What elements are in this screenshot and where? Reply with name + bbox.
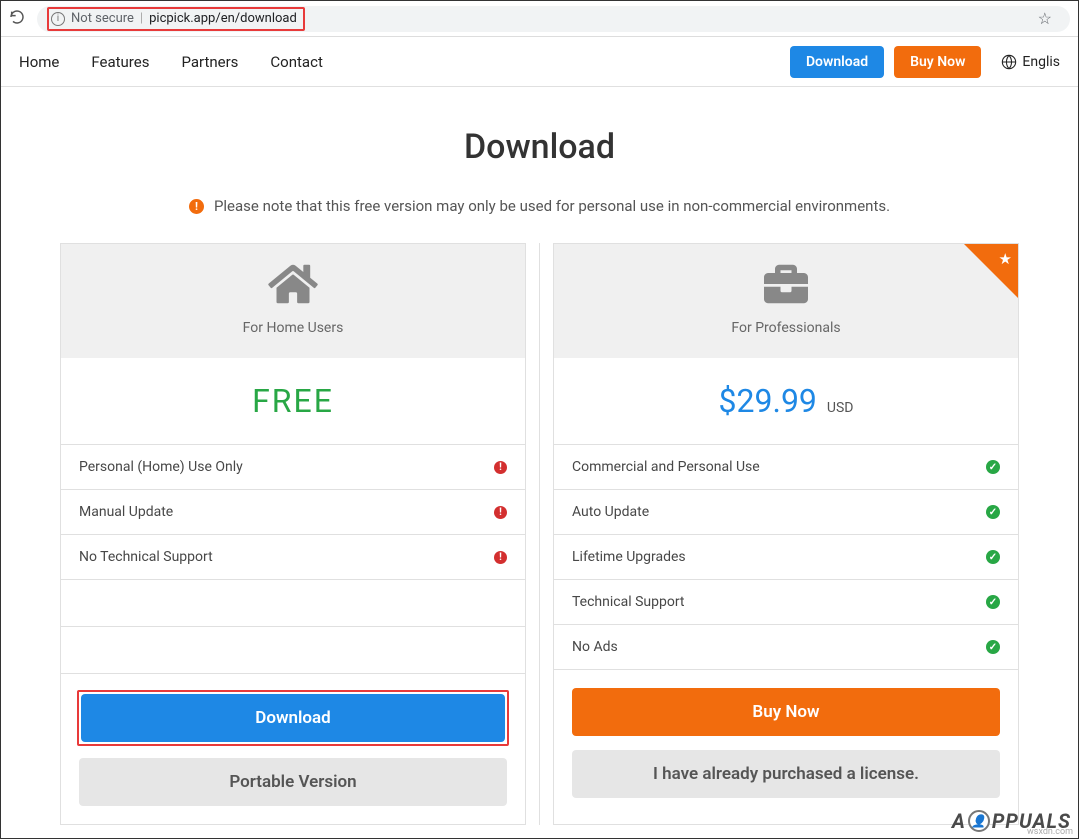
star-icon: ★ bbox=[999, 250, 1012, 268]
page-title: Download bbox=[1, 127, 1078, 167]
plan-free: For Home Users FREE Personal (Home) Use … bbox=[60, 243, 526, 825]
feature-row: Personal (Home) Use Only! bbox=[61, 444, 525, 489]
feature-row-empty bbox=[61, 626, 525, 673]
download-button[interactable]: Download bbox=[81, 694, 505, 742]
check-icon: ✓ bbox=[986, 550, 1000, 564]
separator: | bbox=[140, 11, 143, 26]
plan-pro-actions: Buy Now I have already purchased a licen… bbox=[554, 669, 1018, 816]
plan-free-actions: Download Portable Version bbox=[61, 673, 525, 824]
feature-row: No Technical Support! bbox=[61, 534, 525, 579]
feature-text: Technical Support bbox=[572, 594, 685, 610]
check-icon: ✓ bbox=[986, 460, 1000, 474]
feature-text: Auto Update bbox=[572, 504, 649, 520]
price-pro-text: $29.99 bbox=[719, 382, 817, 420]
feature-row: Lifetime Upgrades ✓ bbox=[554, 534, 1018, 579]
browser-address-bar: i Not secure | picpick.app/en/download ☆ bbox=[1, 1, 1078, 37]
nav-partners[interactable]: Partners bbox=[181, 53, 238, 71]
bookmark-star-icon[interactable]: ☆ bbox=[1038, 9, 1052, 28]
notice-bar: ! Please note that this free version may… bbox=[1, 197, 1078, 215]
url-highlight: i Not secure | picpick.app/en/download bbox=[47, 7, 305, 31]
pricing-plans: For Home Users FREE Personal (Home) Use … bbox=[1, 243, 1078, 825]
nav-features[interactable]: Features bbox=[91, 53, 149, 71]
feature-text: No Technical Support bbox=[79, 549, 213, 565]
check-icon: ✓ bbox=[986, 595, 1000, 609]
plan-pro-price: $29.99 USD bbox=[554, 358, 1018, 444]
feature-row: Manual Update! bbox=[61, 489, 525, 534]
price-currency: USD bbox=[827, 400, 854, 416]
home-icon bbox=[267, 262, 319, 306]
warning-icon: ! bbox=[189, 199, 204, 214]
nav-buy-button[interactable]: Buy Now bbox=[894, 46, 981, 78]
nav-home[interactable]: Home bbox=[19, 53, 59, 71]
check-icon: ✓ bbox=[986, 505, 1000, 519]
feature-text: Personal (Home) Use Only bbox=[79, 459, 243, 475]
feature-row: Technical Support ✓ bbox=[554, 579, 1018, 624]
language-selector[interactable]: Englis bbox=[1001, 54, 1060, 70]
feature-text: Manual Update bbox=[79, 504, 173, 520]
portable-button[interactable]: Portable Version bbox=[79, 758, 507, 806]
plan-pro-header: For Professionals bbox=[554, 244, 1018, 358]
globe-icon bbox=[1001, 54, 1017, 70]
feature-text: No Ads bbox=[572, 639, 618, 655]
info-icon[interactable]: i bbox=[51, 12, 65, 26]
plan-pro-label: For Professionals bbox=[554, 320, 1018, 336]
watermark-logo-icon: 👤 bbox=[968, 810, 990, 832]
plan-pro: ★ For Professionals $29.99 USD Commercia… bbox=[553, 243, 1019, 825]
feature-row-empty bbox=[61, 579, 525, 626]
reload-icon[interactable] bbox=[9, 9, 25, 29]
page-content: Download ! Please note that this free ve… bbox=[1, 87, 1078, 825]
plan-divider bbox=[539, 243, 540, 825]
briefcase-icon bbox=[760, 262, 812, 306]
download-highlight: Download bbox=[77, 690, 509, 746]
feature-row: Auto Update ✓ bbox=[554, 489, 1018, 534]
license-button[interactable]: I have already purchased a license. bbox=[572, 750, 1000, 798]
price-free-text: FREE bbox=[252, 382, 334, 420]
alert-icon: ! bbox=[494, 506, 507, 519]
address-input[interactable]: i Not secure | picpick.app/en/download ☆ bbox=[37, 6, 1070, 32]
language-label: Englis bbox=[1022, 54, 1060, 70]
url-text: picpick.app/en/download bbox=[149, 11, 297, 26]
plan-free-label: For Home Users bbox=[61, 320, 525, 336]
top-nav: Home Features Partners Contact Download … bbox=[1, 37, 1078, 87]
feature-row: No Ads ✓ bbox=[554, 624, 1018, 669]
security-label: Not secure bbox=[71, 11, 134, 26]
nav-download-button[interactable]: Download bbox=[790, 46, 884, 78]
watermark-domain: wsxdn.com bbox=[1027, 827, 1073, 837]
feature-text: Commercial and Personal Use bbox=[572, 459, 760, 475]
plan-free-header: For Home Users bbox=[61, 244, 525, 358]
alert-icon: ! bbox=[494, 461, 507, 474]
check-icon: ✓ bbox=[986, 640, 1000, 654]
alert-icon: ! bbox=[494, 551, 507, 564]
feature-text: Lifetime Upgrades bbox=[572, 549, 686, 565]
nav-contact[interactable]: Contact bbox=[270, 53, 322, 71]
feature-row: Commercial and Personal Use ✓ bbox=[554, 444, 1018, 489]
buy-now-button[interactable]: Buy Now bbox=[572, 688, 1000, 736]
notice-text: Please note that this free version may o… bbox=[214, 197, 890, 215]
plan-free-price: FREE bbox=[61, 358, 525, 444]
